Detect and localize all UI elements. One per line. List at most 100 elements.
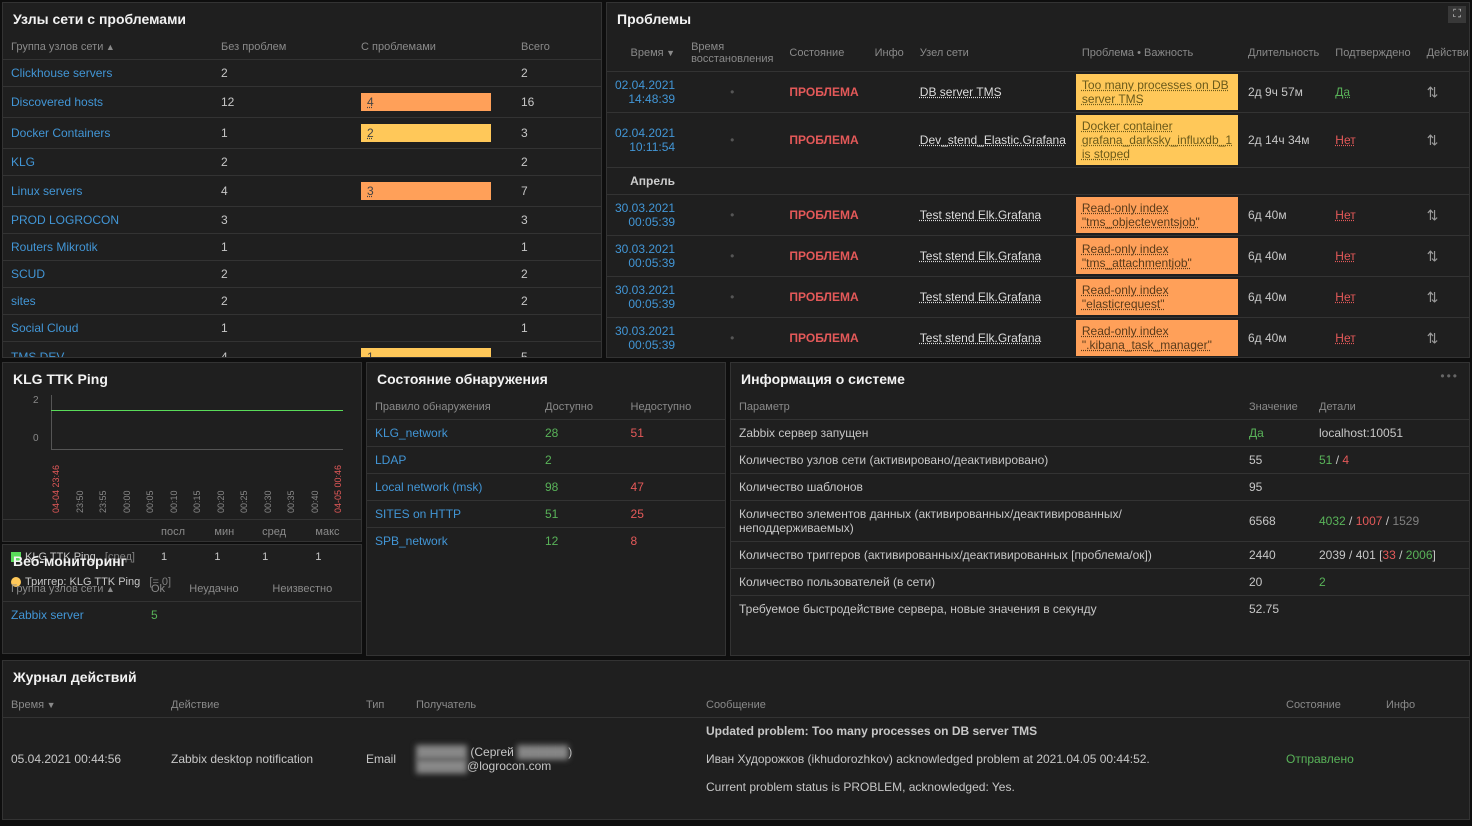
y-min: 0 — [33, 433, 39, 444]
param-value: 55 — [1241, 447, 1311, 474]
col-up[interactable]: Доступно — [537, 395, 623, 420]
host-group-link[interactable]: KLG — [11, 155, 35, 169]
discovery-rule-link[interactable]: Local network (msk) — [375, 480, 482, 494]
col-param[interactable]: Параметр — [731, 395, 1241, 420]
col-host[interactable]: Узел сети — [912, 35, 1074, 72]
col-time[interactable]: Время — [11, 699, 56, 711]
table-row: 30.03.2021 00:05:39 • ПРОБЛЕМА Test sten… — [607, 195, 1470, 236]
panel-problems: ⛶ Проблемы Время Время восстановления Со… — [606, 2, 1470, 358]
ack-link[interactable]: Нет — [1335, 133, 1355, 147]
table-row: Social Cloud 1 1 — [3, 315, 601, 342]
col-rule[interactable]: Правило обнаружения — [367, 395, 537, 420]
problem-link[interactable]: Too many processes on DB server TMS — [1076, 74, 1238, 110]
discovery-rule-link[interactable]: LDAP — [375, 453, 406, 467]
col-fail[interactable]: Неудачно — [181, 577, 264, 602]
action-icon[interactable]: ⇅ — [1427, 289, 1439, 305]
ack-link[interactable]: Нет — [1335, 290, 1355, 304]
problem-link[interactable]: Read-only index "elasticrequest" — [1076, 279, 1238, 315]
col-info[interactable]: Инфо — [1378, 693, 1469, 718]
col-recovery[interactable]: Время восстановления — [683, 35, 781, 72]
cell-total: 1 — [513, 234, 601, 261]
host-group-link[interactable]: Docker Containers — [11, 126, 110, 140]
table-row: Discovered hosts 12 4 16 — [3, 87, 601, 118]
host-group-link[interactable]: Linux servers — [11, 184, 82, 198]
col-unknown[interactable]: Неизвестно — [264, 577, 361, 602]
host-group-link[interactable]: Zabbix server — [11, 608, 84, 622]
problem-count-link[interactable]: 1 — [361, 348, 491, 358]
col-down[interactable]: Недоступно — [623, 395, 725, 420]
problem-link[interactable]: Docker container grafana_darksky_influxd… — [1076, 115, 1238, 165]
cell-fail — [181, 602, 264, 629]
table-row: Zabbix server 5 — [3, 602, 361, 629]
action-icon[interactable]: ⇅ — [1427, 84, 1439, 100]
param-value: 6568 — [1241, 501, 1311, 542]
problem-time-link[interactable]: 02.04.2021 14:48:39 — [615, 78, 675, 106]
col-with[interactable]: С проблемами — [353, 35, 513, 60]
col-group[interactable]: Группа узлов сети — [11, 583, 115, 595]
problem-link[interactable]: Read-only index "tms_objecteventsjob" — [1076, 197, 1238, 233]
col-group[interactable]: Группа узлов сети — [11, 41, 115, 53]
col-type[interactable]: Тип — [358, 693, 408, 718]
host-group-link[interactable]: Routers Mikrotik — [11, 240, 98, 254]
host-group-link[interactable]: SCUD — [11, 267, 45, 281]
problem-host-link[interactable]: Test stend Elk.Grafana — [920, 249, 1041, 263]
col-action[interactable]: Действие — [163, 693, 358, 718]
panel-title: Веб-мониторинг — [3, 545, 361, 577]
problem-time-link[interactable]: 30.03.2021 00:05:39 — [615, 242, 675, 270]
col-state[interactable]: Состояние — [781, 35, 866, 72]
host-group-link[interactable]: Discovered hosts — [11, 95, 103, 109]
discovery-rule-link[interactable]: SPB_network — [375, 534, 448, 548]
col-recipient[interactable]: Получатель — [408, 693, 698, 718]
problem-host-link[interactable]: Test stend Elk.Grafana — [920, 290, 1041, 304]
problem-time-link[interactable]: 02.04.2021 10:11:54 — [615, 126, 675, 154]
action-icon[interactable]: ⇅ — [1427, 248, 1439, 264]
problem-host-link[interactable]: Test stend Elk.Grafana — [920, 331, 1041, 345]
problem-link[interactable]: Read-only index ".kibana_task_manager" — [1076, 320, 1238, 356]
ack-link[interactable]: Нет — [1335, 249, 1355, 263]
problem-time-link[interactable]: 30.03.2021 00:05:39 — [615, 201, 675, 229]
problem-host-link[interactable]: Dev_stend_Elastic.Grafana — [920, 133, 1066, 147]
col-total[interactable]: Всего — [513, 35, 601, 60]
cell-with — [353, 149, 513, 176]
problem-time-link[interactable]: 30.03.2021 00:05:39 — [615, 324, 675, 352]
problem-count-link[interactable]: 3 — [361, 182, 491, 200]
col-state[interactable]: Состояние — [1278, 693, 1378, 718]
col-ack[interactable]: Подтверждено — [1327, 35, 1418, 72]
ack-link[interactable]: Нет — [1335, 208, 1355, 222]
panel-title: Узлы сети с проблемами — [3, 3, 601, 35]
col-message[interactable]: Сообщение — [698, 693, 1278, 718]
col-without[interactable]: Без проблем — [213, 35, 353, 60]
problem-time-link[interactable]: 30.03.2021 00:05:39 — [615, 283, 675, 311]
host-group-link[interactable]: TMS DEV — [11, 350, 64, 358]
col-details[interactable]: Детали — [1311, 395, 1469, 420]
ack-link[interactable]: Да — [1335, 85, 1350, 99]
problem-count-link[interactable]: 2 — [361, 124, 491, 142]
col-duration[interactable]: Длительность — [1240, 35, 1327, 72]
host-group-link[interactable]: Clickhouse servers — [11, 66, 112, 80]
discovery-rule-link[interactable]: SITES on HTTP — [375, 507, 461, 521]
problem-link[interactable]: Read-only index "tms_attachmentjob" — [1076, 238, 1238, 274]
log-state: Отправлено — [1278, 718, 1378, 801]
action-icon[interactable]: ⇅ — [1427, 330, 1439, 346]
param-details — [1311, 596, 1469, 623]
col-value[interactable]: Значение — [1241, 395, 1311, 420]
col-problem[interactable]: Проблема • Важность — [1074, 35, 1240, 72]
menu-icon[interactable]: ••• — [1430, 363, 1469, 389]
col-actions[interactable]: Действия — [1419, 35, 1470, 72]
problem-count-link[interactable]: 4 — [361, 93, 491, 111]
fullscreen-icon[interactable]: ⛶ — [1448, 6, 1466, 23]
host-group-link[interactable]: Social Cloud — [11, 321, 78, 335]
host-group-link[interactable]: sites — [11, 294, 36, 308]
param-details: 4032 / 1007 / 1529 — [1311, 501, 1469, 542]
discovery-rule-link[interactable]: KLG_network — [375, 426, 448, 440]
host-group-link[interactable]: PROD LOGROCON — [11, 213, 119, 227]
problem-state: ПРОБЛЕМА — [781, 236, 866, 277]
ack-link[interactable]: Нет — [1335, 331, 1355, 345]
problem-host-link[interactable]: Test stend Elk.Grafana — [920, 208, 1041, 222]
col-time[interactable]: Время — [631, 47, 676, 59]
action-icon[interactable]: ⇅ — [1427, 132, 1439, 148]
problem-host-link[interactable]: DB server TMS — [920, 85, 1002, 99]
col-info[interactable]: Инфо — [867, 35, 912, 72]
table-row: SPB_network 12 8 — [367, 528, 725, 555]
action-icon[interactable]: ⇅ — [1427, 207, 1439, 223]
